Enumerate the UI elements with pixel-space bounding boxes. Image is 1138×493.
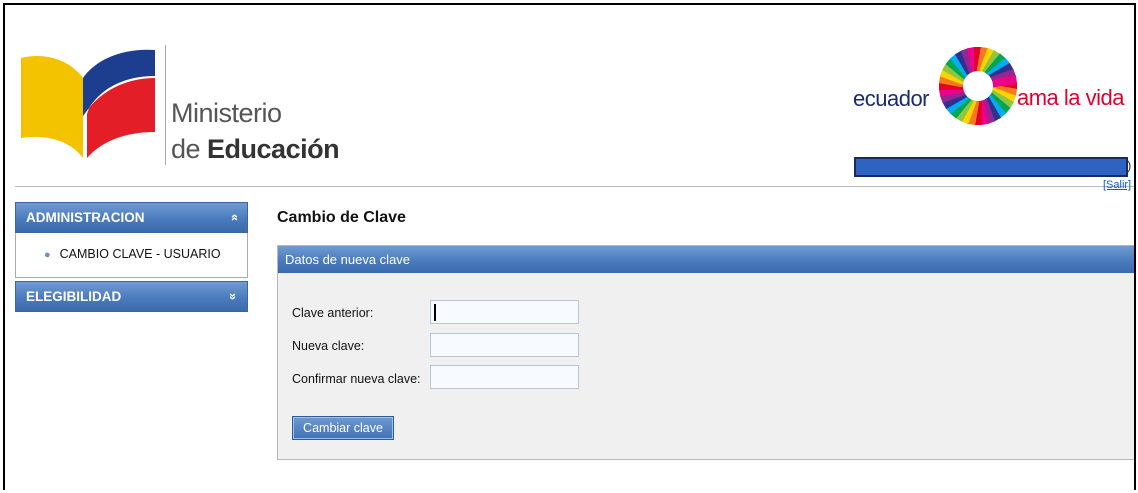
confirmar-clave-input[interactable] (430, 365, 579, 389)
cambiar-clave-button[interactable]: Cambiar clave (292, 416, 394, 440)
nueva-clave-label: Nueva clave: (292, 339, 365, 353)
ecuador-logo-text: ecuador (853, 86, 930, 111)
ama-la-vida-logo-text: ama la vida (1017, 85, 1125, 110)
chevron-up-icon[interactable]: » (226, 214, 241, 221)
ministerio-title-line1: Ministerio (171, 98, 282, 128)
salir-link[interactable]: [Salir] (1103, 179, 1131, 191)
clave-anterior-input[interactable] (430, 300, 579, 324)
sidebar-section-elegibilidad[interactable]: ELEGIBILIDAD » (15, 281, 248, 312)
ecuador-flower-logo-icon (938, 46, 1018, 126)
chevron-down-icon[interactable]: » (226, 293, 241, 300)
panel-header: Datos de nueva clave (278, 246, 1134, 273)
ministerio-title-line2: de Educación (171, 134, 340, 165)
ministerio-logo-icon (21, 49, 155, 158)
page-title: Cambio de Clave (277, 209, 406, 226)
nueva-clave-input[interactable] (430, 333, 579, 357)
sidebar: ADMINISTRACION » ● CAMBIO CLAVE - USUARIO… (15, 202, 248, 312)
logo-divider (165, 45, 166, 165)
change-password-panel: Datos de nueva clave Clave anterior: Nue… (277, 245, 1135, 460)
clave-anterior-label: Clave anterior: (292, 306, 374, 320)
ministerio-educacion-text: Educación (207, 134, 340, 164)
text-caret (434, 304, 436, 321)
frame-edge (1134, 3, 1136, 490)
page-frame: Ministerio de Educación ecuador ama la v… (3, 3, 1135, 490)
header: Ministerio de Educación ecuador ama la v… (5, 5, 1135, 191)
sidebar-section-administracion-body: ● CAMBIO CLAVE - USUARIO (15, 233, 248, 278)
user-info-paren: ) (1127, 158, 1132, 173)
bullet-icon: ● (44, 249, 51, 261)
ministerio-de-text: de (171, 134, 208, 164)
sidebar-item-cambio-clave[interactable]: CAMBIO CLAVE - USUARIO (60, 247, 221, 261)
header-divider (15, 186, 1135, 187)
user-info-redacted (854, 157, 1128, 177)
confirmar-clave-label: Confirmar nueva clave: (292, 372, 421, 386)
sidebar-section-administracion[interactable]: ADMINISTRACION » (15, 202, 248, 233)
sidebar-section-label: ELEGIBILIDAD (26, 289, 122, 304)
sidebar-section-label: ADMINISTRACION (26, 210, 145, 225)
